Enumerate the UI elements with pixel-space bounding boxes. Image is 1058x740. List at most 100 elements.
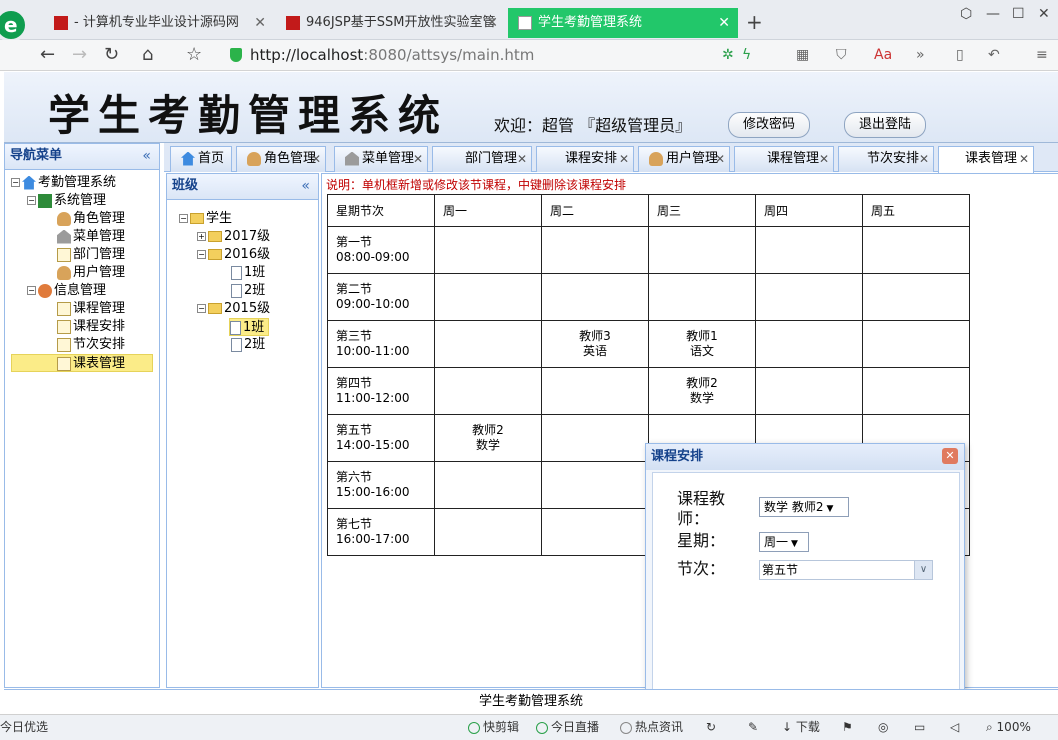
schedule-cell[interactable] [541, 226, 649, 274]
tab-role[interactable]: 角色管理 ✕ [236, 146, 326, 172]
schedule-cell[interactable] [648, 273, 756, 321]
schedule-cell[interactable] [755, 226, 863, 274]
grade-2016[interactable]: − 2016级 [197, 246, 270, 264]
collapse-icon[interactable]: « [301, 174, 310, 198]
status-download-item[interactable]: ↓ 下载 [782, 715, 820, 739]
schedule-cell[interactable] [434, 367, 542, 415]
status-news-item[interactable]: 热点资讯 [620, 715, 683, 739]
nav-item-course[interactable]: 课程管理 [57, 300, 125, 318]
lightning-icon[interactable]: ϟ [742, 47, 751, 63]
url-field[interactable]: http://localhost:8080/attsys/main.htm [222, 44, 722, 66]
refresh-icon[interactable]: ↻ [706, 715, 716, 739]
volume-icon[interactable]: ◁ [950, 715, 959, 739]
maximize-icon[interactable]: ☐ [1012, 6, 1025, 22]
tab-user[interactable]: 用户管理 ✕ [638, 146, 730, 172]
grade-2017[interactable]: +2017级 [197, 228, 270, 246]
collapse-tree-icon[interactable]: − [197, 304, 206, 313]
close-tab-icon[interactable]: ✕ [517, 147, 527, 171]
collapse-icon[interactable]: « [142, 144, 151, 168]
browser-tab-2[interactable]: 946JSP基于SSM开放性实验室管 ✕ [276, 8, 506, 38]
chevron-down-icon[interactable]: ∨ [914, 561, 932, 579]
shield-plugin-icon[interactable]: ⛉ [836, 47, 847, 63]
schedule-cell[interactable] [755, 320, 863, 368]
teacher-select[interactable]: 数学 教师2 ▼ [759, 497, 849, 517]
nav-item-role[interactable]: 角色管理 [57, 210, 125, 228]
class-item[interactable]: 2班 [231, 336, 265, 354]
back-icon[interactable]: ← [40, 44, 55, 65]
collapse-tree-icon[interactable]: − [197, 250, 206, 259]
nav-item-menu[interactable]: 菜单管理 [57, 228, 125, 246]
expand-tree-icon[interactable]: + [197, 232, 206, 241]
collapse-tree-icon[interactable]: − [27, 286, 36, 295]
tab-home[interactable]: 首页 [170, 146, 232, 172]
skin-icon[interactable]: ⬡ [960, 6, 972, 22]
close-icon[interactable]: ✕ [942, 448, 958, 464]
class-tree-root[interactable]: − 学生 [179, 210, 232, 228]
logout-button[interactable]: 退出登陆 [844, 112, 926, 138]
tree-group-system[interactable]: − 系统管理 [27, 192, 106, 210]
tab-department[interactable]: 部门管理 ✕ [432, 146, 532, 172]
close-tab-icon[interactable]: ✕ [254, 8, 266, 38]
extensions-icon[interactable]: ▦ [796, 47, 809, 63]
schedule-cell[interactable] [434, 320, 542, 368]
status-clip-item[interactable]: 快剪辑 [468, 715, 519, 739]
more-chevron-icon[interactable]: » [916, 47, 925, 63]
schedule-cell[interactable] [755, 273, 863, 321]
schedule-cell[interactable] [648, 226, 756, 274]
collapse-tree-icon[interactable]: − [27, 196, 36, 205]
schedule-cell[interactable]: 教师2 数学 [648, 367, 756, 415]
schedule-cell[interactable]: 教师2 数学 [434, 414, 542, 462]
home-icon[interactable]: ⌂ [142, 44, 153, 65]
close-tab-icon[interactable]: ✕ [311, 147, 321, 171]
forward-icon[interactable]: → [72, 44, 87, 65]
speed-icon[interactable]: ✲ [722, 47, 734, 63]
tools-icon[interactable]: ✎ [748, 715, 758, 739]
nav-item-timetable[interactable]: 课表管理 [11, 354, 153, 372]
tab-timetable[interactable]: 课表管理 ✕ [938, 146, 1034, 173]
schedule-cell[interactable] [541, 461, 649, 509]
class-item[interactable]: 2班 [231, 282, 265, 300]
schedule-cell[interactable] [541, 367, 649, 415]
new-tab-icon[interactable]: + [746, 10, 763, 34]
grade-2015[interactable]: − 2015级 [197, 300, 270, 318]
tab-period[interactable]: 节次安排 ✕ [838, 146, 934, 172]
schedule-cell[interactable] [541, 508, 649, 556]
schedule-cell[interactable] [862, 226, 970, 274]
close-tab-icon[interactable]: ✕ [819, 147, 829, 171]
weekday-select[interactable]: 周一 ▼ [759, 532, 809, 552]
favorite-star-icon[interactable]: ☆ [186, 44, 202, 65]
schedule-cell[interactable] [541, 414, 649, 462]
tree-group-info[interactable]: − 信息管理 [27, 282, 106, 300]
status-left-text[interactable]: 今日优选 [0, 715, 48, 739]
close-tab-icon[interactable]: ✕ [1019, 147, 1029, 171]
close-tab-icon[interactable]: ✕ [715, 147, 725, 171]
collapse-tree-icon[interactable]: − [11, 178, 20, 187]
tab-course-arrange[interactable]: 课程安排 ✕ [536, 146, 634, 172]
schedule-cell[interactable] [434, 226, 542, 274]
schedule-cell[interactable] [862, 320, 970, 368]
status-live-item[interactable]: 今日直播 [536, 715, 599, 739]
schedule-cell[interactable] [434, 273, 542, 321]
nav-item-course-arrange[interactable]: 课程安排 [57, 318, 125, 336]
schedule-cell[interactable] [434, 508, 542, 556]
close-tab-icon[interactable]: ✕ [413, 147, 423, 171]
tab-course[interactable]: 课程管理 ✕ [734, 146, 834, 172]
class-item-selected[interactable]: 1班 [229, 318, 270, 336]
window-icon[interactable]: ▭ [914, 715, 925, 739]
reader-icon[interactable]: ▯ [956, 47, 964, 63]
close-tab-icon[interactable]: ✕ [486, 8, 498, 38]
schedule-cell[interactable] [862, 273, 970, 321]
menu-icon[interactable]: ≡ [1036, 47, 1048, 63]
schedule-cell[interactable]: 教师3 英语 [541, 320, 649, 368]
period-combobox[interactable]: 第五节 ∨ [759, 560, 933, 580]
schedule-cell[interactable]: 教师1 语文 [648, 320, 756, 368]
nav-item-period[interactable]: 节次安排 [57, 336, 125, 354]
minimize-icon[interactable]: — [986, 6, 1000, 22]
status-zoom-item[interactable]: ⌕ 100% [986, 715, 1031, 739]
undo-icon[interactable]: ↶ [988, 47, 1000, 63]
reload-icon[interactable]: ↻ [104, 44, 119, 65]
class-item[interactable]: 1班 [231, 264, 265, 282]
close-tab-icon[interactable]: ✕ [718, 8, 730, 38]
browser-tab-active[interactable]: 学生考勤管理系统 ✕ [508, 8, 738, 38]
close-tab-icon[interactable]: ✕ [619, 147, 629, 171]
